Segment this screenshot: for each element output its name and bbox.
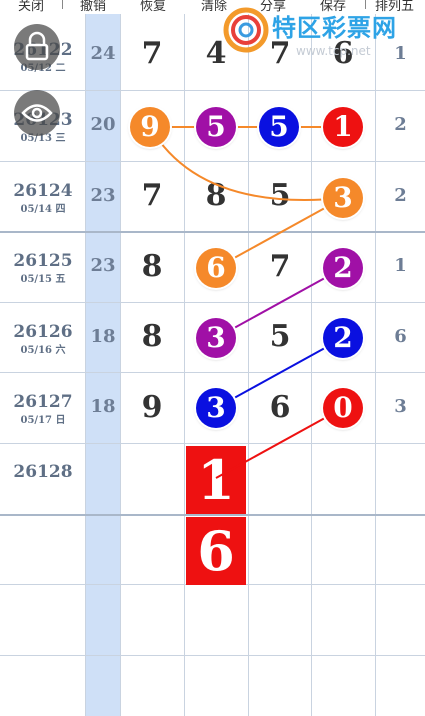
connector-line bbox=[149, 126, 344, 201]
toolbar-divider bbox=[62, 0, 63, 9]
undo-button[interactable]: 撤销 bbox=[80, 0, 106, 14]
ball-digit: 9 bbox=[130, 107, 170, 147]
brand-logo-icon bbox=[223, 7, 269, 53]
ball-digit: 2 bbox=[323, 318, 363, 358]
ball-digit: 2 bbox=[323, 248, 363, 288]
watermark-url: www.tcp.net bbox=[296, 44, 371, 58]
eye-icon bbox=[21, 104, 53, 122]
lock-icon bbox=[25, 31, 49, 61]
ball-digit: 3 bbox=[323, 178, 363, 218]
connector-line bbox=[215, 197, 344, 269]
ball-digit: 3 bbox=[196, 388, 236, 428]
lock-button[interactable] bbox=[14, 24, 60, 70]
ball-digit: 5 bbox=[196, 107, 236, 147]
connector-line bbox=[215, 267, 344, 339]
ball-digit: 5 bbox=[259, 107, 299, 147]
connector-line bbox=[215, 337, 344, 409]
connector-line bbox=[215, 407, 344, 479]
restore-button[interactable]: 恢复 bbox=[140, 0, 166, 14]
close-button[interactable]: 关闭 bbox=[18, 0, 44, 14]
eye-button[interactable] bbox=[14, 90, 60, 136]
ball-digit: 6 bbox=[196, 248, 236, 288]
watermark-brand: 特区彩票网 bbox=[272, 14, 397, 42]
ball-digit: 0 bbox=[323, 388, 363, 428]
ball-digit: 1 bbox=[323, 107, 363, 147]
ball-digit: 3 bbox=[196, 318, 236, 358]
